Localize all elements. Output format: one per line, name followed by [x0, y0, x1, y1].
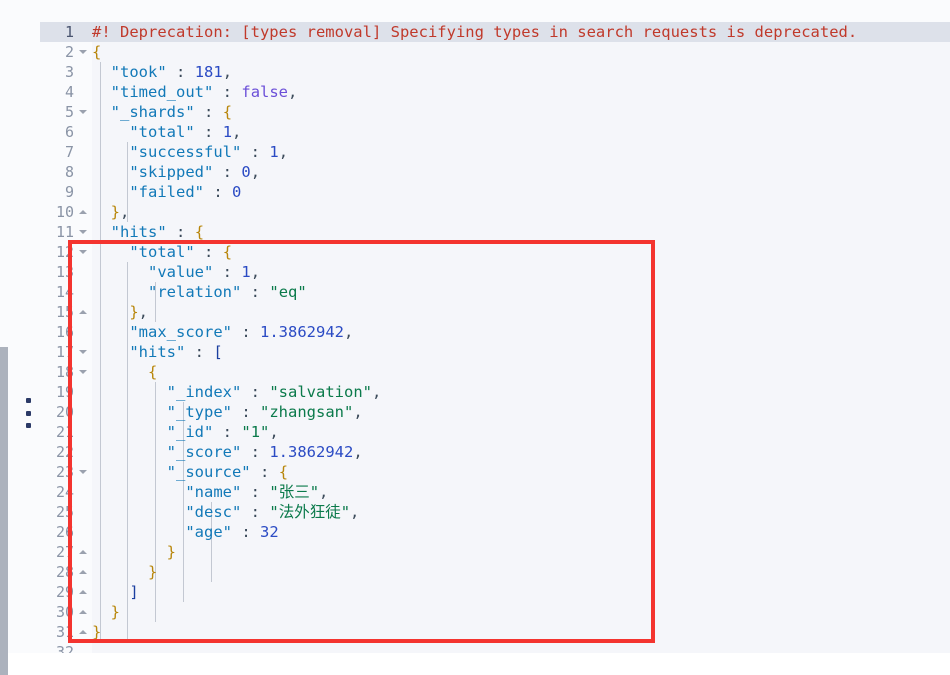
code-line-15[interactable]: }, [92, 302, 950, 322]
gutter-line-19[interactable]: 19 [40, 382, 92, 402]
code-line-4[interactable]: "timed_out" : false, [92, 82, 950, 102]
code-line-10[interactable]: }, [92, 202, 950, 222]
gutter-line-8[interactable]: 8 [40, 162, 92, 182]
gutter-line-16[interactable]: 16 [40, 322, 92, 342]
gutter-line-4[interactable]: 4 [40, 82, 92, 102]
code-content[interactable]: #! Deprecation: [types removal] Specifyi… [92, 22, 950, 653]
gutter-line-27[interactable]: 27 [40, 542, 92, 562]
gutter-line-2[interactable]: 2 [40, 42, 92, 62]
gutter-line-30[interactable]: 30 [40, 602, 92, 622]
code-line-9[interactable]: "failed" : 0 [92, 182, 950, 202]
code-line-2[interactable]: { [92, 42, 950, 62]
gutter-line-11[interactable]: 11 [40, 222, 92, 242]
gutter-line-22[interactable]: 22 [40, 442, 92, 462]
gutter-line-17[interactable]: 17 [40, 342, 92, 362]
code-line-22[interactable]: "_score" : 1.3862942, [92, 442, 950, 462]
code-line-12[interactable]: "total" : { [92, 242, 950, 262]
code-editor[interactable]: 1 2 3 4 5 6 7 8 9 10 11 12 13 14 15 16 17 18 19 20 21 22 23 24 2… [40, 22, 950, 653]
code-line-14[interactable]: "relation" : "eq" [92, 282, 950, 302]
gutter-line-23[interactable]: 23 [40, 462, 92, 482]
code-line-25[interactable]: "desc" : "法外狂徒", [92, 502, 950, 522]
json-viewer-window: 1 2 3 4 5 6 7 8 9 10 11 12 13 14 15 16 17 18 19 20 21 22 23 24 2… [0, 0, 950, 675]
code-line-13[interactable]: "value" : 1, [92, 262, 950, 282]
chevron-up-fold-icon[interactable] [77, 202, 89, 222]
gutter-line-15[interactable]: 15 [40, 302, 92, 322]
chevron-up-fold-icon[interactable] [77, 582, 89, 602]
gutter-line-25[interactable]: 25 [40, 502, 92, 522]
gutter-line-1[interactable]: 1 [40, 22, 92, 42]
chevron-down-fold-icon[interactable] [77, 242, 89, 262]
code-line-16[interactable]: "max_score" : 1.3862942, [92, 322, 950, 342]
gutter-line-21[interactable]: 21 [40, 422, 92, 442]
line-number-gutter[interactable]: 1 2 3 4 5 6 7 8 9 10 11 12 13 14 15 16 17 18 19 20 21 22 23 24 2… [40, 22, 92, 653]
gutter-line-24[interactable]: 24 [40, 482, 92, 502]
gutter-line-14[interactable]: 14 [40, 282, 92, 302]
gutter-line-26[interactable]: 26 [40, 522, 92, 542]
gutter-line-20[interactable]: 20 [40, 402, 92, 422]
dot-1 [25, 398, 31, 403]
gutter-line-18[interactable]: 18 [40, 362, 92, 382]
gutter-line-7[interactable]: 7 [40, 142, 92, 162]
code-line-29[interactable]: ] [92, 582, 950, 602]
code-line-5[interactable]: "_shards" : { [92, 102, 950, 122]
gutter-line-6[interactable]: 6 [40, 122, 92, 142]
code-line-18[interactable]: { [92, 362, 950, 382]
chevron-down-fold-icon[interactable] [77, 42, 89, 62]
vertical-dots-drag-handle-icon[interactable] [25, 398, 31, 428]
code-line-21[interactable]: "_id" : "1", [92, 422, 950, 442]
chevron-down-fold-icon[interactable] [77, 342, 89, 362]
chevron-down-fold-icon[interactable] [77, 362, 89, 382]
chevron-up-fold-icon[interactable] [77, 562, 89, 582]
gutter-line-3[interactable]: 3 [40, 62, 92, 82]
chevron-up-fold-icon[interactable] [77, 302, 89, 322]
gutter-line-9[interactable]: 9 [40, 182, 92, 202]
code-line-31[interactable]: } [92, 622, 950, 642]
chevron-up-fold-icon[interactable] [77, 602, 89, 622]
code-line-30[interactable]: } [92, 602, 950, 622]
top-blank-strip [0, 0, 950, 22]
dot-2 [25, 410, 31, 416]
code-line-7[interactable]: "successful" : 1, [92, 142, 950, 162]
gutter-line-29[interactable]: 29 [40, 582, 92, 602]
code-line-26[interactable]: "age" : 32 [92, 522, 950, 542]
code-line-23[interactable]: "_source" : { [92, 462, 950, 482]
code-line-19[interactable]: "_index" : "salvation", [92, 382, 950, 402]
dot-3 [25, 423, 31, 428]
code-line-17[interactable]: "hits" : [ [92, 342, 950, 362]
chevron-up-fold-icon[interactable] [77, 622, 89, 642]
code-line-8[interactable]: "skipped" : 0, [92, 162, 950, 182]
left-rail-scroll-indicator[interactable] [0, 347, 8, 675]
chevron-up-fold-icon[interactable] [77, 542, 89, 562]
gutter-line-13[interactable]: 13 [40, 262, 92, 282]
gutter-line-partial: 32 [55, 643, 74, 653]
gutter-line-28[interactable]: 28 [40, 562, 92, 582]
chevron-down-fold-icon[interactable] [77, 222, 89, 242]
code-line-20[interactable]: "_type" : "zhangsan", [92, 402, 950, 422]
code-line-24[interactable]: "name" : "张三", [92, 482, 950, 502]
code-line-11[interactable]: "hits" : { [92, 222, 950, 242]
left-rail [0, 22, 8, 675]
code-line-3[interactable]: "took" : 181, [92, 62, 950, 82]
code-line-28[interactable]: } [92, 562, 950, 582]
chevron-down-fold-icon[interactable] [77, 102, 89, 122]
gutter-line-10[interactable]: 10 [40, 202, 92, 222]
gutter-line-5[interactable]: 5 [40, 102, 92, 122]
chevron-down-fold-icon[interactable] [77, 462, 89, 482]
code-line-27[interactable]: } [92, 542, 950, 562]
panel-splitter-column[interactable] [8, 22, 41, 653]
code-line-1[interactable]: #! Deprecation: [types removal] Specifyi… [92, 22, 950, 42]
code-line-6[interactable]: "total" : 1, [92, 122, 950, 142]
gutter-line-12[interactable]: 12 [40, 242, 92, 262]
gutter-line-31[interactable]: 31 [40, 622, 92, 642]
